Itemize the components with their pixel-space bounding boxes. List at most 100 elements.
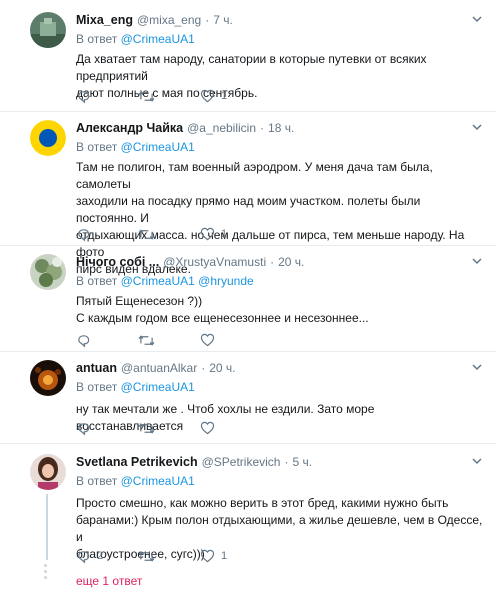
tweet[interactable]: Александр Чайка @a_nebilicin · 18 ч. В о… [0,112,496,276]
avatar[interactable] [30,12,66,48]
reply-button[interactable] [76,333,138,348]
separator-dot: · [205,13,210,27]
caret-down-icon[interactable] [470,254,484,268]
tweet-actions [76,420,221,436]
retweet-icon [138,422,155,434]
thread-dots [44,564,48,582]
like-icon [200,421,215,435]
reply-button[interactable] [76,89,138,104]
timestamp[interactable]: 5 ч. [292,454,312,470]
reply-prefix: В ответ [76,380,118,394]
reply-context: В ответ @CrimeaUA1 [76,31,484,47]
tweet[interactable]: Svetlana Petrikevich @SPetrikevich · 5 ч… [0,444,496,600]
author-name[interactable]: Mixa_eng [76,12,133,28]
caret-down-icon[interactable] [470,360,484,374]
reply-button[interactable]: 2 [76,549,138,564]
tweet-text-line: Пятый Ещенесезон ?)) [76,294,203,308]
mention-link[interactable]: @CrimeaUA1 [121,274,195,288]
separator-dot: · [270,255,275,269]
reply-icon [78,422,90,435]
reply-prefix: В ответ [76,274,118,288]
mention-link[interactable]: @CrimeaUA1 [121,380,195,394]
reply-count: 2 [97,550,104,562]
reply-icon [78,334,90,347]
caret-down-icon[interactable] [470,454,484,468]
retweet-icon [138,550,155,562]
reply-context: В ответ @CrimeaUA1 [76,379,484,395]
like-button[interactable] [200,333,221,347]
like-button[interactable]: 1 [200,227,227,241]
author-handle[interactable]: @a_nebilicin [187,120,256,136]
avatar[interactable] [30,254,66,290]
tweet-text-line: С каждым годом все ещенесезоннее и несез… [76,311,369,325]
tweet[interactable]: antuan @antuanAlkar · 20 ч. В ответ @Cri… [0,352,496,444]
reply-prefix: В ответ [76,140,118,154]
reply-icon [78,90,90,103]
avatar[interactable] [30,360,66,396]
like-button[interactable] [200,421,221,435]
reply-button[interactable] [76,421,138,436]
tweet-actions [76,332,221,348]
tweet-text-line: Просто смешно, как можно верить в этот б… [76,496,449,510]
retweet-button[interactable] [138,549,200,564]
tweet[interactable]: Mixa_eng @mixa_eng · 7 ч. В ответ @Crime… [0,0,496,112]
reply-prefix: В ответ [76,474,118,488]
reply-button[interactable] [76,227,138,242]
tweet-text: Пятый Ещенесезон ?)) С каждым годом все … [76,293,484,327]
reply-context: В ответ @CrimeaUA1 [76,139,484,155]
mention-link[interactable]: @hryunde [198,274,254,288]
separator-dot: · [260,121,265,135]
like-button[interactable]: 1 [200,89,227,103]
retweet-button[interactable] [138,333,200,348]
retweet-icon [138,228,155,240]
tweet-text-line: заходили на посадку прямо над моим участ… [76,194,421,225]
timestamp[interactable]: 7 ч. [213,12,233,28]
tweet-actions: 1 [76,226,227,242]
like-count: 1 [221,550,228,562]
reply-context: В ответ @CrimeaUA1 @hryunde [76,273,484,289]
avatar[interactable] [30,120,66,156]
reply-feed: Mixa_eng @mixa_eng · 7 ч. В ответ @Crime… [0,0,496,600]
reply-context: В ответ @CrimeaUA1 [76,473,484,489]
mention-link[interactable]: @CrimeaUA1 [121,32,195,46]
author-handle[interactable]: @XrustyaVnamusti [163,254,266,270]
timestamp[interactable]: 18 ч. [268,120,294,136]
tweet-actions: 2 1 [76,548,227,564]
timestamp[interactable]: 20 ч. [209,360,235,376]
retweet-button[interactable] [138,89,200,104]
retweet-button[interactable] [138,227,200,242]
author-name[interactable]: antuan [76,360,117,376]
like-button[interactable]: 1 [200,549,227,563]
thread-line [46,494,48,560]
retweet-button[interactable] [138,421,200,436]
reply-icon [78,550,90,563]
tweet-text-line: Да хватает там народу, санатории в котор… [76,52,427,83]
like-icon [200,333,215,347]
like-icon [200,89,215,103]
author-name[interactable]: Александр Чайка [76,120,183,136]
avatar[interactable] [30,454,66,490]
mention-link[interactable]: @CrimeaUA1 [121,140,195,154]
author-handle[interactable]: @mixa_eng [137,12,201,28]
like-count: 1 [221,90,228,102]
like-count: 1 [221,228,228,240]
author-handle[interactable]: @SPetrikevich [202,454,281,470]
separator-dot: · [201,361,206,375]
like-icon [200,227,215,241]
timestamp[interactable]: 20 ч. [278,254,304,270]
tweet-actions: 1 [76,88,227,104]
like-icon [200,549,215,563]
author-name[interactable]: Svetlana Petrikevich [76,454,198,470]
tweet[interactable]: Нiчого собi ... @XrustyaVnamusti · 20 ч.… [0,246,496,352]
retweet-icon [138,90,155,102]
caret-down-icon[interactable] [470,12,484,26]
author-name[interactable]: Нiчого собi ... [76,254,159,270]
retweet-icon [138,334,155,346]
author-handle[interactable]: @antuanAlkar [121,360,197,376]
caret-down-icon[interactable] [470,120,484,134]
mention-link[interactable]: @CrimeaUA1 [121,474,195,488]
reply-icon [78,228,90,241]
tweet-text-line: Там не полигон, там военный аэродром. У … [76,160,433,191]
show-more-replies-link[interactable]: еще 1 ответ [76,574,142,588]
separator-dot: · [284,455,289,469]
